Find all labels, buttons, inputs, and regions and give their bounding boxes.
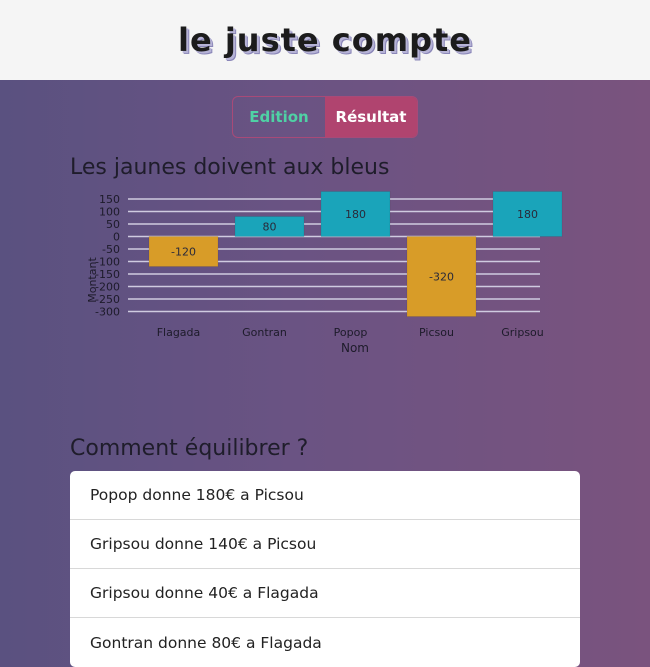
x-tick-label: Gripsou	[501, 326, 544, 339]
x-tick-label: Picsou	[419, 326, 454, 339]
bar-value-label: 80	[263, 221, 277, 234]
tab-edition[interactable]: Edition	[233, 97, 325, 137]
balance-chart: Gripsou Picsou Popop Gontran Flagada 15010050…	[86, 191, 563, 355]
y-tick-label: 50	[106, 218, 120, 231]
y-tick-label: -50	[102, 243, 120, 256]
y-tick-label: 100	[99, 206, 120, 219]
tab-resultat[interactable]: Résultat	[325, 97, 417, 137]
list-item: Gontran donne 80€ a Flagada	[90, 633, 322, 652]
list-item: Gripsou donne 40€ a Flagada	[70, 569, 580, 618]
x-tick-label: Flagada	[157, 326, 201, 339]
settlement-list: Popop donne 180€ a Picsou Gripsou donne …	[70, 471, 580, 667]
x-tick-label: Popop	[334, 326, 368, 339]
balance-title: Comment équilibrer ?	[70, 436, 309, 461]
y-axis-label: Montant	[86, 257, 99, 303]
y-tick-label: 0	[113, 231, 120, 244]
x-axis-label: Nom	[341, 341, 369, 355]
bar-value-label: 180	[345, 208, 366, 221]
bar-value-label: 180	[517, 208, 538, 221]
view-tabs: Edition Résultat	[232, 96, 418, 138]
x-tick-label: Gontran	[242, 326, 287, 339]
y-tick-label: 150	[99, 193, 120, 206]
list-item: Gripsou donne 140€ a Picsou	[70, 520, 580, 569]
bar-value-label: -320	[429, 271, 454, 284]
y-tick-label: -300	[95, 306, 120, 319]
list-item: Popop donne 180€ a Picsou	[70, 471, 580, 520]
chart-title: Les jaunes doivent aux bleus	[70, 155, 390, 180]
header-bar: le juste compte	[0, 0, 650, 80]
app-logo: le juste compte	[178, 21, 472, 59]
chart-container: Gripsou Picsou Popop Gontran Flagada 150 100 50…	[0, 180, 650, 384]
bar-value-label: -120	[171, 246, 196, 259]
